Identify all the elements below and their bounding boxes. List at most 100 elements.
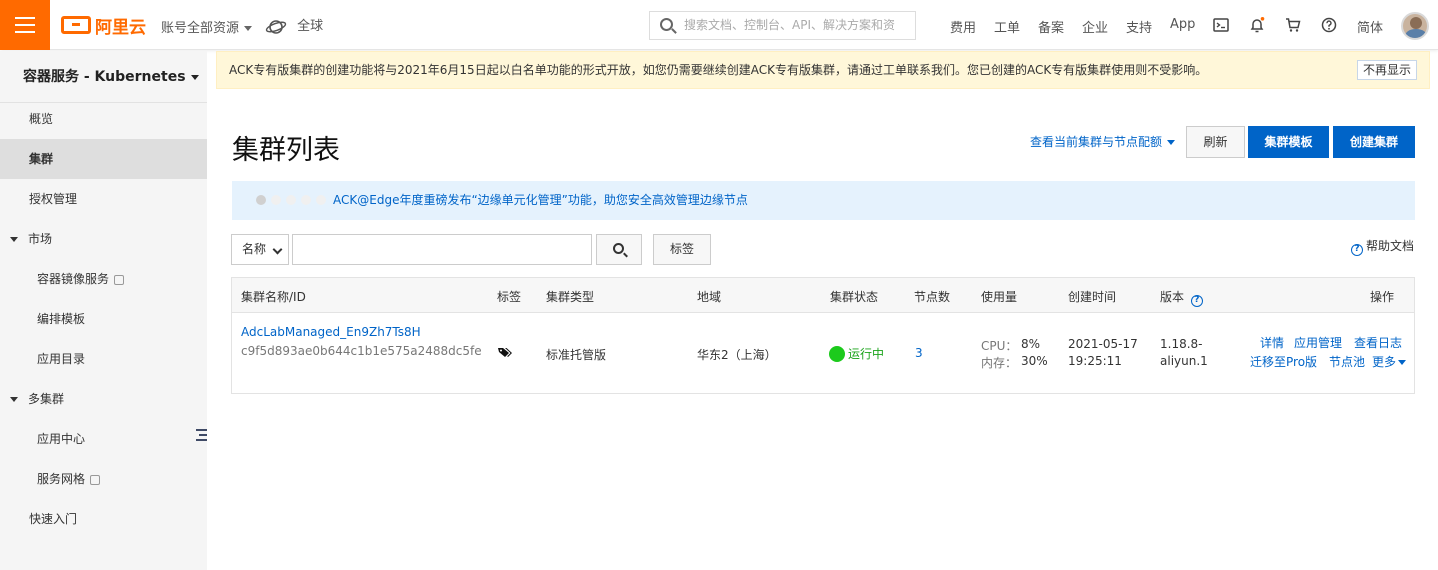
sidebar-item-service-mesh[interactable]: 服务网格 [0,459,207,499]
sidebar-item-clusters[interactable]: 集群 [0,139,207,179]
tag-filter-button[interactable]: 标签 [653,234,711,265]
aliyun-logo[interactable]: 阿里云 [61,14,146,38]
bell-icon[interactable] [1249,17,1265,33]
sidebar-item-templates[interactable]: 编排模板 [0,299,207,339]
app-management-link[interactable]: 应用管理 [1294,334,1342,351]
sidebar-group-marketplace[interactable]: 市场 [0,219,207,259]
terminal-icon[interactable] [1213,17,1229,33]
avatar[interactable] [1401,12,1429,40]
sidebar-item-app-center[interactable]: 应用中心 [0,419,207,459]
node-count-link[interactable]: 3 [915,346,923,360]
carousel-dot[interactable] [271,195,281,205]
page-title: 集群列表 [232,135,340,166]
sidebar-title: 容器服务 - Kubernetes [23,69,186,85]
col-actions: 操作 [1370,290,1395,304]
carousel-dot[interactable] [256,195,266,205]
help-icon: ? [1351,244,1363,256]
status-label: 运行中 [848,347,885,361]
globe-icon [265,19,287,34]
cluster-region: 华东2（上海） [697,348,777,362]
migrate-to-pro-link[interactable]: 迁移至Pro版 [1250,353,1317,370]
external-link-icon [114,274,125,285]
chevron-down-icon [10,237,18,242]
help-docs-link[interactable]: ? 帮助文档 [1351,237,1414,256]
more-actions-dropdown[interactable]: 更多 [1372,353,1407,370]
account-scope-dropdown[interactable]: 账号全部资源 [161,17,253,36]
version-help-icon[interactable]: ? [1190,295,1203,307]
filter-field-select[interactable]: 名称 [231,234,289,265]
chevron-down-icon [1167,140,1176,145]
chevron-down-icon [1398,360,1407,365]
node-pool-link[interactable]: 节点池 [1329,353,1365,370]
sidebar-item-quick-start[interactable]: 快速入门 [0,499,207,539]
table-header: 集群名称/ID 标签 集群类型 地域 集群状态 节点数 使用量 创建时间 版本 … [232,278,1414,313]
help-docs-label: 帮助文档 [1366,239,1415,253]
search-icon [613,243,624,254]
search-button[interactable] [596,234,642,265]
account-scope-label: 账号全部资源 [161,21,240,36]
sidebar-item-label: 概览 [29,112,54,126]
sidebar-group-multicluster[interactable]: 多集群 [0,379,207,419]
sidebar-item-label: 市场 [28,232,53,246]
col-nodes: 节点数 [914,290,951,304]
col-status: 集群状态 [830,290,879,304]
more-actions-label: 更多 [1372,355,1397,369]
memory-label: 内存： [981,356,1018,370]
filter-search-input[interactable] [292,234,592,265]
col-type: 集群类型 [546,290,595,304]
notice-text: ACK专有版集群的创建功能将与2021年6月15日起以白名单功能的形式开放，如您… [229,63,1208,77]
col-tags: 标签 [497,290,522,304]
nav-app[interactable]: App [1170,17,1195,32]
cluster-type: 标准托管版 [546,348,607,362]
carousel-dots [256,195,326,205]
col-version: 版本 ? [1160,288,1206,307]
cluster-template-button[interactable]: 集群模板 [1248,126,1329,158]
sidebar-item-container-registry[interactable]: 容器镜像服务 [0,259,207,299]
region-label: 全球 [297,19,324,34]
quota-link[interactable]: 查看当前集群与节点配额 [1030,133,1176,150]
nav-support[interactable]: 支持 [1126,17,1152,36]
banner-link[interactable]: ACK@Edge年度重磅发布“边缘单元化管理”功能，助您安全高效管理边缘节点 [333,193,748,207]
sidebar-item-label: 容器镜像服务 [37,272,110,286]
external-link-icon [90,474,101,485]
sidebar-item-overview[interactable]: 概览 [0,99,207,139]
quota-link-label: 查看当前集群与节点配额 [1030,135,1163,149]
col-usage: 使用量 [981,290,1018,304]
nav-icp[interactable]: 备案 [1038,17,1064,36]
sidebar: 容器服务 - Kubernetes 概览 集群 授权管理 市场 容器镜像服务 编… [0,51,207,570]
announcement-banner: ACK@Edge年度重磅发布“边缘单元化管理”功能，助您安全高效管理边缘节点 [232,181,1415,220]
sidebar-item-label: 多集群 [28,392,65,406]
sidebar-item-authorization[interactable]: 授权管理 [0,179,207,219]
menu-icon[interactable] [0,0,50,50]
logo-text: 阿里云 [95,17,146,38]
sidebar-item-label: 服务网格 [37,472,86,486]
refresh-button[interactable]: 刷新 [1186,126,1245,158]
chevron-down-icon [190,74,199,80]
carousel-dot[interactable] [286,195,296,205]
tag-icon[interactable] [498,347,512,359]
chevron-down-icon [244,26,253,31]
nav-billing[interactable]: 费用 [950,17,976,36]
nav-enterprise[interactable]: 企业 [1082,17,1108,36]
top-bar: 阿里云 账号全部资源 全球 搜索文档、控制台、API、解决方案和资 费用 工单 … [0,0,1438,50]
nav-tickets[interactable]: 工单 [994,17,1020,36]
sidebar-item-app-catalog[interactable]: 应用目录 [0,339,207,379]
global-search-input[interactable]: 搜索文档、控制台、API、解决方案和资 [649,11,916,40]
create-cluster-button[interactable]: 创建集群 [1333,126,1415,158]
details-link[interactable]: 详情 [1260,334,1284,351]
region-selector[interactable]: 全球 [265,15,323,36]
sidebar-product-switcher[interactable]: 容器服务 - Kubernetes [0,51,207,103]
sidebar-item-label: 编排模板 [37,312,86,326]
sidebar-collapse-handle-icon[interactable] [196,429,207,443]
view-logs-link[interactable]: 查看日志 [1354,334,1402,351]
carousel-dot[interactable] [316,195,326,205]
help-icon[interactable] [1321,17,1337,33]
sidebar-item-label: 应用中心 [37,432,86,446]
language-switch[interactable]: 简体 [1357,17,1383,36]
chevron-down-icon [10,397,18,402]
cluster-id: c9f5d893ae0b644c1b1e575a2488dc5fe [241,344,482,358]
dismiss-notice-button[interactable]: 不再显示 [1356,60,1417,80]
cluster-name-link[interactable]: AdcLabManaged_En9Zh7Ts8H [241,325,421,339]
cart-icon[interactable] [1285,17,1301,33]
carousel-dot[interactable] [301,195,311,205]
